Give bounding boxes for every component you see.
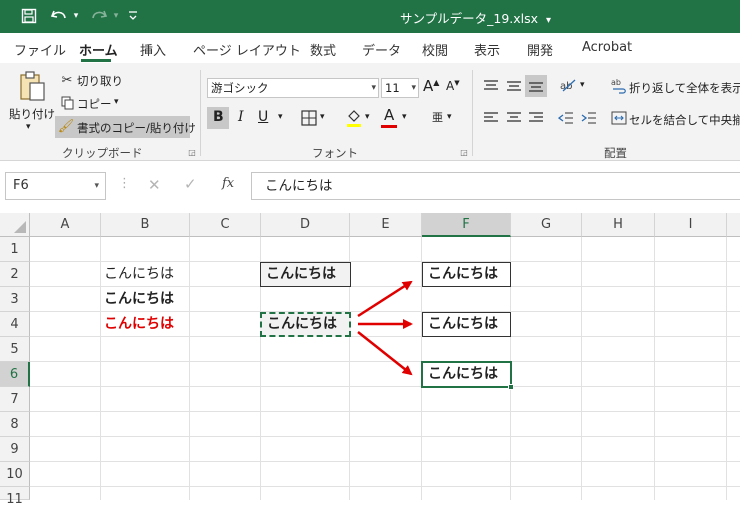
annotation-arrows bbox=[357, 280, 413, 376]
arrow-to-f2 bbox=[357, 280, 413, 318]
arrow-to-f6 bbox=[357, 331, 413, 376]
